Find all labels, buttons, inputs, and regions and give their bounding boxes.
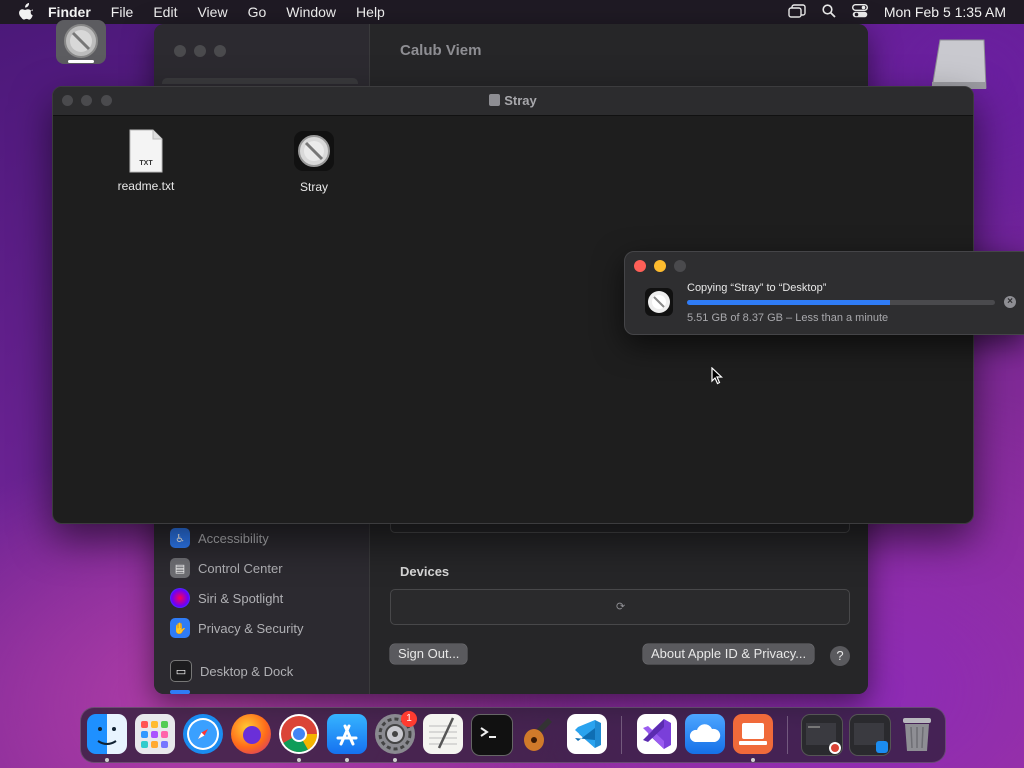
- control-center-icon[interactable]: [851, 3, 868, 21]
- safari-icon[interactable]: [183, 714, 223, 754]
- dock-separator: [621, 716, 622, 754]
- sidebar-search-field[interactable]: [162, 78, 358, 84]
- menu-view[interactable]: View: [197, 4, 227, 20]
- devices-section-title: Devices: [400, 564, 450, 579]
- finder-title-text: Stray: [504, 93, 537, 108]
- sidebar-item-siri-spotlight[interactable]: Siri & Spotlight: [170, 587, 283, 609]
- trash-icon[interactable]: [897, 714, 937, 754]
- sidebar-item-accessibility[interactable]: ♿ Accessibility: [170, 527, 269, 549]
- running-indicator: [393, 758, 397, 762]
- stray-app-icon: [294, 131, 334, 171]
- text-file-icon: TXT: [129, 129, 163, 173]
- vscode-icon[interactable]: [567, 714, 607, 754]
- window-close-button[interactable]: [174, 45, 186, 57]
- siri-icon: [170, 588, 190, 608]
- devices-list: ⟳: [390, 589, 850, 625]
- menu-bar: Finder File Edit View Go Window Help Mon…: [0, 0, 1024, 24]
- menu-app-name[interactable]: Finder: [48, 4, 91, 20]
- dock-icon: ▭: [170, 660, 192, 682]
- file-stray[interactable]: Stray: [264, 131, 364, 194]
- file-type-label: TXT: [139, 160, 153, 167]
- hand-icon: ✋: [170, 618, 190, 638]
- menu-go[interactable]: Go: [248, 4, 267, 20]
- copy-progress-bar: [687, 300, 995, 305]
- copy-progress-window: Copying “Stray” to “Desktop” 5.51 GB of …: [624, 251, 1024, 335]
- sidebar-item-label: Desktop & Dock: [200, 663, 294, 679]
- finder-title: Stray: [53, 93, 973, 108]
- notification-badge: 1: [401, 711, 417, 727]
- loading-spinner-icon: ⟳: [616, 601, 626, 613]
- file-name: readme.txt: [117, 179, 175, 193]
- icloud-icon[interactable]: [685, 714, 725, 754]
- settings-page-title: Calub Viem: [400, 42, 482, 59]
- running-indicator: [105, 758, 109, 762]
- copy-title: Copying “Stray” to “Desktop”: [687, 282, 827, 294]
- mouse-cursor-icon: [711, 366, 724, 390]
- stray-copy-icon: [645, 288, 673, 316]
- sidebar-item-desktop-dock[interactable]: ▭ Desktop & Dock: [170, 660, 293, 682]
- desktop-stray-icon[interactable]: [56, 20, 106, 66]
- window-minimize-button[interactable]: [194, 45, 206, 57]
- sidebar-item-control-center[interactable]: ▤ Control Center: [170, 557, 283, 579]
- sidebar-item-label: Siri & Spotlight: [198, 590, 284, 606]
- stage-manager-icon[interactable]: [788, 3, 806, 21]
- cancel-copy-icon[interactable]: ×: [1004, 296, 1016, 308]
- disk-image-icon: [489, 94, 501, 106]
- running-indicator: [345, 758, 349, 762]
- menu-edit[interactable]: Edit: [153, 4, 177, 20]
- sidebar-item-label: Accessibility: [198, 530, 269, 546]
- app-store-icon[interactable]: [327, 714, 367, 754]
- textedit-icon[interactable]: [423, 714, 463, 754]
- copy-minimize-button[interactable]: [654, 260, 666, 272]
- dock: 1: [80, 707, 946, 763]
- menu-help[interactable]: Help: [356, 4, 385, 20]
- running-indicator: [751, 758, 755, 762]
- terminal-icon[interactable]: [471, 714, 513, 756]
- window-zoom-button[interactable]: [214, 45, 226, 57]
- finder-dock-icon[interactable]: [87, 714, 127, 754]
- copy-status: 5.51 GB of 8.37 GB – Less than a minute: [687, 312, 889, 324]
- downloads-stack-icon[interactable]: [801, 714, 843, 756]
- copy-close-button[interactable]: [634, 260, 646, 272]
- firefox-icon[interactable]: [231, 714, 271, 754]
- menu-file[interactable]: File: [111, 4, 134, 20]
- menu-clock[interactable]: Mon Feb 5 1:35 AM: [884, 4, 1006, 20]
- about-apple-id-button[interactable]: About Apple ID & Privacy...: [643, 644, 815, 664]
- accessibility-icon: ♿: [170, 528, 190, 548]
- menu-window[interactable]: Window: [286, 4, 336, 20]
- help-button[interactable]: ?: [830, 646, 850, 666]
- dock-separator: [787, 716, 788, 754]
- spotlight-search-icon[interactable]: [822, 3, 836, 21]
- garageband-icon[interactable]: [519, 714, 559, 754]
- applications-stack-icon[interactable]: [849, 714, 891, 756]
- sign-out-button[interactable]: Sign Out...: [390, 644, 468, 664]
- remote-desktop-icon[interactable]: [733, 714, 773, 754]
- control-center-icon: ▤: [170, 558, 190, 578]
- running-indicator: [297, 758, 301, 762]
- copy-zoom-button: [674, 260, 686, 272]
- sidebar-item-label: Control Center: [198, 560, 283, 576]
- launchpad-icon[interactable]: [135, 714, 175, 754]
- sidebar-item-label: Privacy & Security: [198, 620, 304, 636]
- sidebar-item-privacy-security[interactable]: ✋ Privacy & Security: [170, 617, 303, 639]
- chrome-icon[interactable]: [279, 714, 319, 754]
- copy-progress-fill: [687, 300, 891, 305]
- file-readme[interactable]: TXT readme.txt: [96, 129, 196, 193]
- external-drive-icon[interactable]: [930, 38, 988, 92]
- file-name: Stray: [299, 180, 328, 194]
- visual-studio-icon[interactable]: [637, 714, 677, 754]
- sidebar-next-item-icon: [170, 690, 190, 694]
- apple-menu-icon[interactable]: [18, 3, 34, 21]
